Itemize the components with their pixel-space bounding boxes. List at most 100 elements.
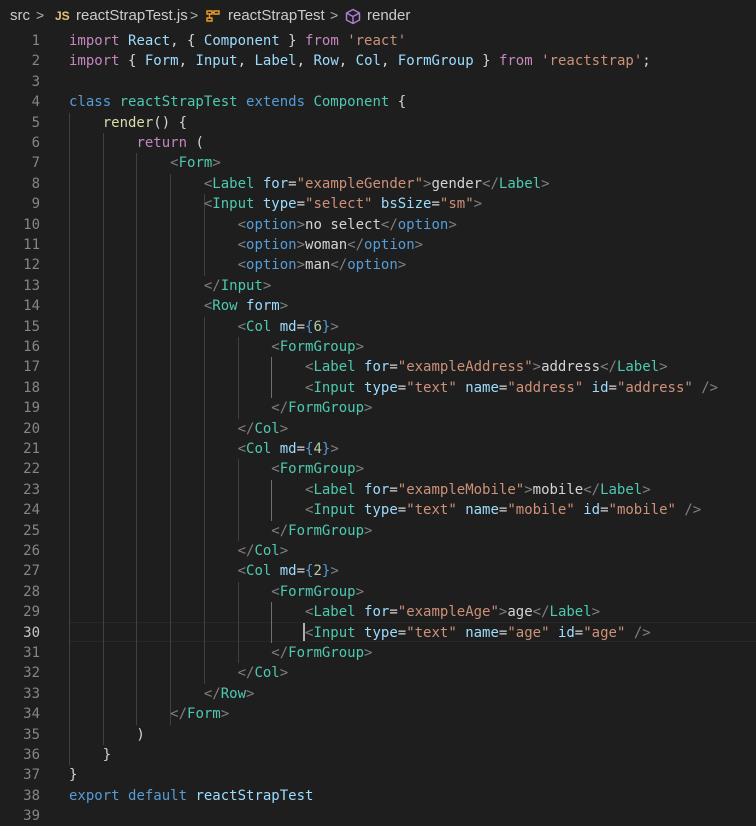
code-token: address <box>541 359 601 376</box>
code-line[interactable]: <FormGroup> <box>69 337 364 357</box>
code-token: = <box>397 379 407 396</box>
line-number: 16 <box>23 339 40 355</box>
code-line[interactable]: <Row form> <box>69 296 288 316</box>
code-line[interactable]: <Form> <box>69 153 221 173</box>
code-token: /> <box>701 379 719 396</box>
code-token: export <box>69 787 129 804</box>
code-line[interactable]: </FormGroup> <box>69 643 372 663</box>
code-line[interactable]: <Col md={6}> <box>69 317 339 337</box>
code-token: man <box>305 257 331 274</box>
code-line[interactable]: <Col md={2}> <box>69 561 339 581</box>
chevron-right-icon: > <box>36 7 45 23</box>
breadcrumb-folder[interactable]: src <box>10 7 30 24</box>
code-token: > <box>364 522 373 539</box>
code-line[interactable]: </Form> <box>69 704 229 724</box>
code-token: </ <box>482 175 499 192</box>
code-token: id <box>591 379 609 396</box>
code-token: > <box>524 481 533 498</box>
code-token: return <box>136 135 196 151</box>
method-symbol-icon <box>344 8 362 29</box>
code-token: /> <box>633 624 651 641</box>
code-line[interactable]: <Label for="exampleAge">age</Label> <box>69 602 600 622</box>
code-line[interactable]: <Col md={4}> <box>69 439 339 459</box>
code-token: < <box>170 155 179 172</box>
code-line[interactable]: ) <box>69 725 144 745</box>
code-token: FormGroup <box>279 461 356 478</box>
code-line[interactable]: class reactStrapTest extends Component { <box>69 92 406 112</box>
code-line[interactable]: <Label for="exampleAddress">address</Lab… <box>69 357 668 377</box>
code-line[interactable]: } <box>69 745 111 765</box>
code-editor[interactable]: 1 2 3 4 5 6 7 8 9 10 11 12 13 14 15 16 17 18 19 20 21 22 23 24 2… <box>0 31 756 824</box>
line-number: 5 <box>31 114 40 131</box>
code-line[interactable]: export default reactStrapTest <box>69 786 313 806</box>
code-token: > <box>473 196 483 213</box>
code-line[interactable]: render() { <box>69 113 187 133</box>
code-token: Component <box>313 94 398 111</box>
breadcrumb-class[interactable]: reactStrapTest <box>228 7 325 24</box>
code-token: , <box>237 53 255 70</box>
code-token: form <box>246 298 280 315</box>
code-line[interactable]: <option>woman</option> <box>69 235 423 255</box>
code-token: </ <box>271 400 289 417</box>
code-token: render <box>102 114 154 131</box>
code-line[interactable]: <Label for="exampleMobile">mobile</Label… <box>69 480 651 500</box>
code-line[interactable]: <option>no select</option> <box>69 215 457 235</box>
code-line[interactable]: import React, { Component } from 'react' <box>69 31 406 51</box>
code-token: > <box>296 216 306 233</box>
code-line[interactable]: <Label for="exampleGender">gender</Label… <box>69 174 550 194</box>
line-number: 8 <box>31 175 40 192</box>
code-line[interactable]: </Row> <box>69 684 255 704</box>
code-token: > <box>364 400 373 417</box>
code-token: Label <box>313 481 365 498</box>
code-line[interactable]: <Input type="text" name="mobile" id="mob… <box>69 500 701 520</box>
chevron-right-icon: > <box>330 7 339 23</box>
code-token: option <box>246 237 297 253</box>
code-token: </ <box>583 481 601 498</box>
code-token: "mobile" <box>608 502 685 519</box>
code-line[interactable]: } <box>69 765 77 785</box>
code-line[interactable]: <option>man</option> <box>69 255 407 275</box>
code-line[interactable]: <Input type="text" name="age" id="age" /… <box>69 623 651 643</box>
code-line[interactable]: </Input> <box>69 276 271 296</box>
code-token: > <box>220 706 230 723</box>
code-token: FormGroup <box>279 583 356 600</box>
code-token: mobile <box>532 481 584 498</box>
code-token: </ <box>271 645 289 661</box>
line-number: 22 <box>23 461 40 478</box>
code-token: Label <box>313 359 365 376</box>
breadcrumb-method[interactable]: render <box>367 7 410 24</box>
code-token: "age" <box>583 624 634 641</box>
code-token: for <box>364 604 390 621</box>
code-token: Component <box>203 33 280 49</box>
breadcrumb-file[interactable]: reactStrapTest.js <box>76 7 188 24</box>
code-line[interactable]: <FormGroup> <box>69 582 364 602</box>
line-number: 10 <box>23 216 40 233</box>
code-token: </ <box>330 257 348 274</box>
code-line[interactable]: </Col> <box>69 419 289 439</box>
code-line[interactable]: </Col> <box>69 663 289 683</box>
code-token: option <box>347 257 398 274</box>
code-token: = <box>574 624 584 641</box>
code-token: "sm" <box>439 196 474 213</box>
code-token: = <box>296 196 306 213</box>
line-number: 26 <box>23 543 40 559</box>
code-line[interactable]: <FormGroup> <box>69 459 364 479</box>
code-token: "address" <box>616 379 702 396</box>
code-token: md <box>279 563 297 580</box>
code-line[interactable]: <Input type="select" bsSize="sm"> <box>69 194 482 214</box>
code-token: "text" <box>406 502 466 519</box>
code-line[interactable]: </Col> <box>69 541 289 561</box>
code-line[interactable]: </FormGroup> <box>69 398 372 418</box>
code-line[interactable]: import { Form, Input, Label, Row, Col, F… <box>69 51 651 71</box>
code-line[interactable]: </FormGroup> <box>69 521 372 541</box>
code-token: FormGroup <box>279 339 356 355</box>
line-number: 3 <box>31 73 40 90</box>
code-line[interactable]: return ( <box>69 133 203 153</box>
code-line[interactable]: <Input type="text" name="address" id="ad… <box>69 378 718 398</box>
code-token: , <box>178 53 196 70</box>
